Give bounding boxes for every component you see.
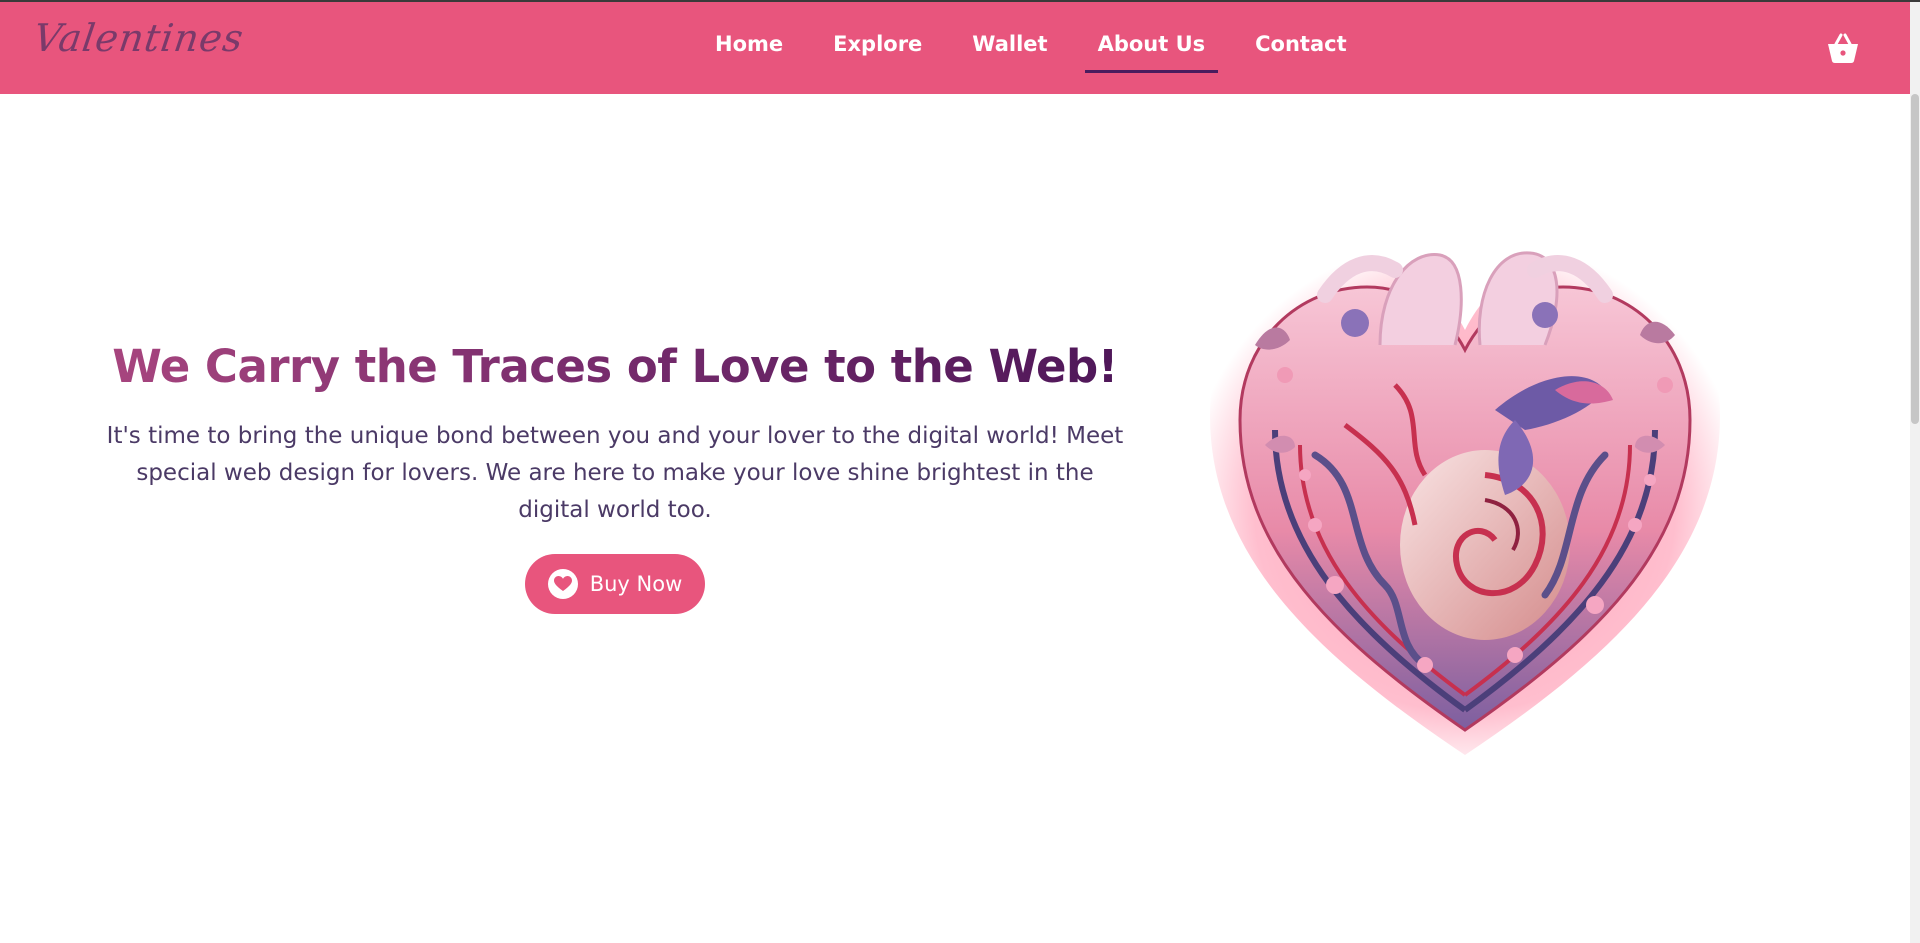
buy-now-button[interactable]: Buy Now (525, 554, 705, 614)
heart-icon (547, 569, 578, 599)
site-header: Valentines Home Explore Wallet About Us … (0, 2, 1910, 94)
scrollbar-thumb[interactable] (1911, 94, 1919, 424)
main-nav: Home Explore Wallet About Us Contact (690, 2, 1372, 94)
hero-title: We Carry the Traces of Love to the Web! (90, 340, 1140, 393)
nav-item-about-us[interactable]: About Us (1084, 23, 1219, 73)
nav-item-home[interactable]: Home (702, 23, 796, 73)
ornate-heart-illustration (1195, 225, 1735, 785)
nav-item-explore[interactable]: Explore (820, 23, 935, 73)
nav-item-contact[interactable]: Contact (1242, 23, 1360, 73)
site-logo[interactable]: Valentines (31, 16, 247, 60)
buy-now-label: Buy Now (589, 572, 683, 596)
hero-description: It's time to bring the unique bond betwe… (106, 423, 1124, 523)
basket-icon[interactable] (1826, 32, 1860, 64)
nav-item-wallet[interactable]: Wallet (959, 23, 1060, 73)
